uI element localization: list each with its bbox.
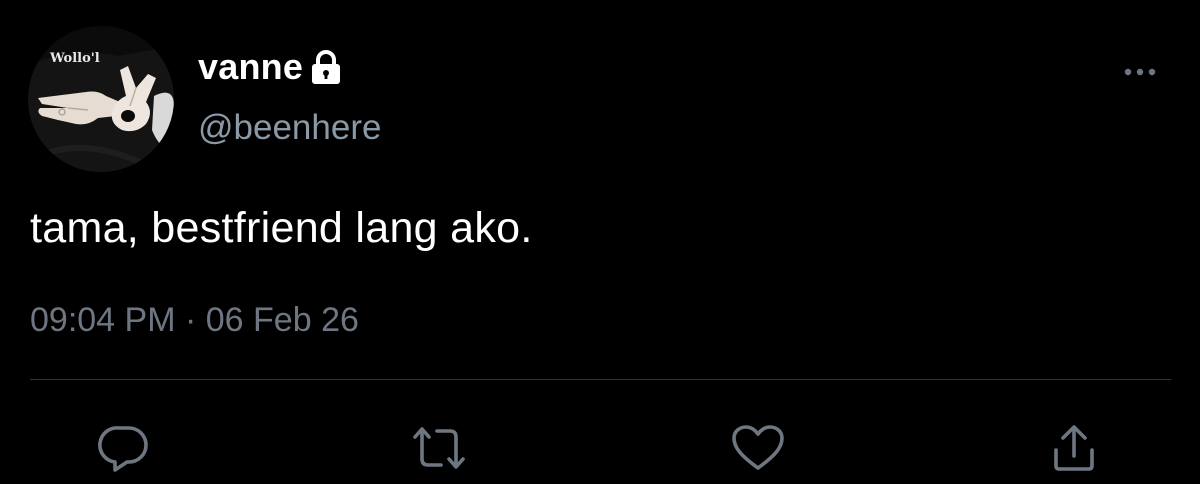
- avatar[interactable]: Wollo'l: [28, 26, 174, 172]
- tweet-time: 09:04 PM: [30, 301, 176, 339]
- share-icon: [1049, 422, 1099, 474]
- display-name[interactable]: vanne: [198, 49, 303, 85]
- author-name-row[interactable]: vanne: [198, 44, 343, 90]
- tweet-text: tama, bestfriend lang ako.: [30, 204, 533, 252]
- reply-icon: [97, 423, 151, 473]
- divider: [30, 379, 1171, 380]
- retweet-icon: [409, 423, 469, 473]
- avatar-logo-text: Wollo'l: [49, 51, 100, 66]
- lock-icon: [309, 48, 343, 86]
- author-handle[interactable]: @beenhere: [198, 110, 381, 145]
- like-button[interactable]: [730, 420, 786, 476]
- tweet-timestamp[interactable]: 09:04 PM · 06 Feb 26: [30, 303, 359, 337]
- share-button[interactable]: [1046, 420, 1102, 476]
- tweet-date: 06 Feb 26: [205, 301, 359, 339]
- reply-button[interactable]: [96, 420, 152, 476]
- heart-icon: [730, 423, 786, 473]
- more-options-icon[interactable]: [1118, 62, 1162, 82]
- meta-separator: ·: [184, 301, 197, 339]
- retweet-button[interactable]: [411, 420, 467, 476]
- avatar-image: Wollo'l: [28, 26, 174, 172]
